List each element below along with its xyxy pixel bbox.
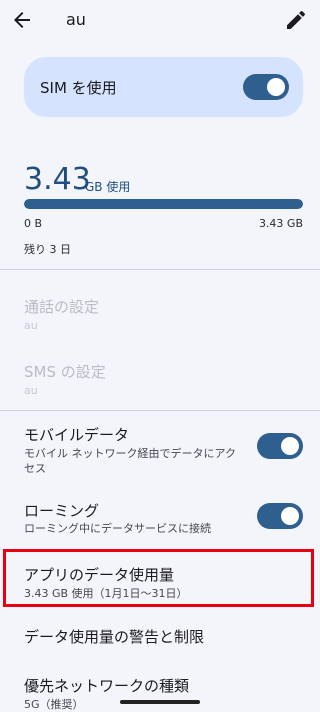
data-warning-row[interactable]: データ使用量の警告と制限	[0, 615, 320, 655]
divider	[0, 410, 320, 411]
sms-settings-subtitle: au	[24, 384, 38, 397]
mobile-data-title: モバイルデータ	[24, 426, 130, 444]
use-sim-card[interactable]: SIM を使用	[24, 57, 303, 117]
toggle-knob	[281, 437, 299, 455]
preferred-network-title: 優先ネットワークの種類	[24, 677, 190, 695]
divider	[0, 269, 320, 270]
toggle-knob	[281, 507, 299, 525]
use-sim-toggle[interactable]	[243, 74, 289, 100]
mobile-data-toggle[interactable]	[257, 433, 303, 459]
call-settings-subtitle: au	[24, 319, 38, 332]
mobile-data-row[interactable]: モバイルデータ モバイル ネットワーク経由でデータにアクセス	[0, 415, 320, 485]
sms-settings-row: SMS の設定 au	[0, 345, 320, 405]
use-sim-label: SIM を使用	[40, 79, 117, 97]
toggle-knob	[267, 78, 285, 96]
back-arrow-icon[interactable]	[10, 8, 34, 32]
top-app-bar: au	[0, 0, 320, 40]
data-warning-title: データ使用量の警告と制限	[24, 628, 205, 646]
roaming-title: ローミング	[24, 502, 100, 520]
roaming-row[interactable]: ローミング ローミング中にデータサービスに接続	[0, 490, 320, 545]
roaming-toggle[interactable]	[257, 503, 303, 529]
edit-pencil-icon[interactable]	[284, 8, 308, 32]
highlight-box	[3, 549, 314, 607]
data-usage-unit: GB 使用	[85, 180, 131, 194]
page-title: au	[66, 10, 86, 29]
usage-range-min: 0 B	[24, 217, 43, 230]
data-usage-progress-bar	[24, 199, 303, 209]
data-usage-amount: 3.43	[24, 162, 91, 197]
data-usage-progress-fill	[24, 199, 303, 209]
roaming-subtitle: ローミング中にデータサービスに接続	[24, 522, 211, 535]
navigation-handle[interactable]	[120, 700, 200, 704]
call-settings-title: 通話の設定	[24, 298, 100, 316]
days-remaining: 残り 3 日	[24, 243, 71, 256]
sms-settings-title: SMS の設定	[24, 363, 106, 381]
mobile-data-subtitle: モバイル ネットワーク経由でデータにアクセス	[24, 447, 236, 475]
call-settings-row: 通話の設定 au	[0, 280, 320, 340]
usage-range-max: 3.43 GB	[258, 217, 303, 230]
